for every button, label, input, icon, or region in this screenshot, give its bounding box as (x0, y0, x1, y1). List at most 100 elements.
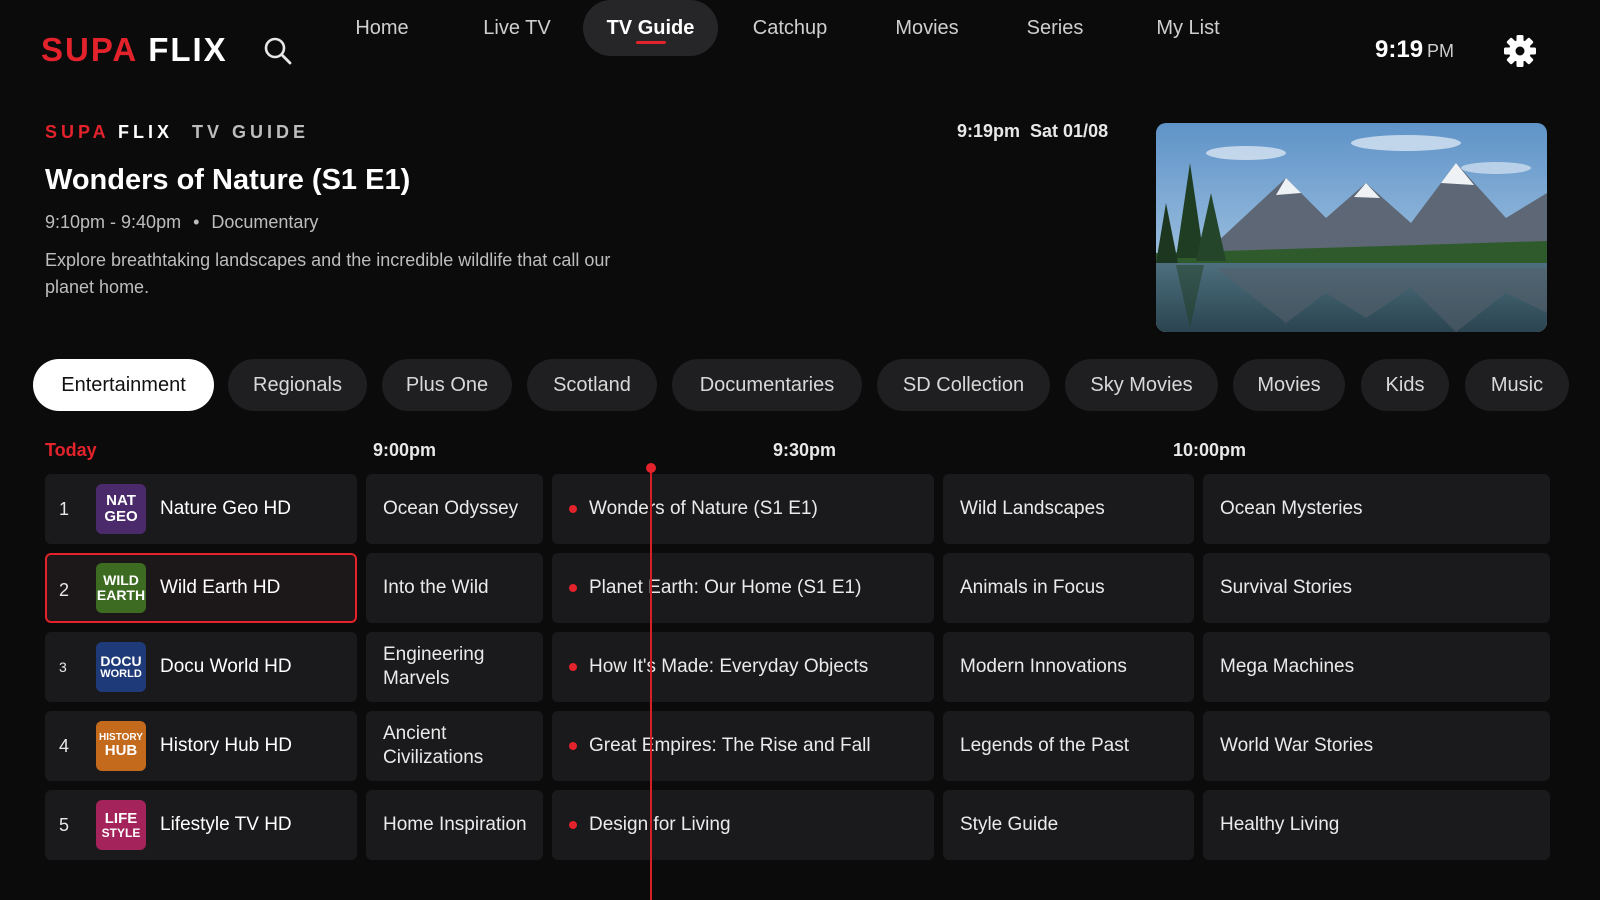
category-movies[interactable]: Movies (1233, 359, 1345, 411)
guide-brand-red: SUPA (45, 122, 110, 142)
channel-cell[interactable]: 3 DOCU WORLD Docu World HD (45, 632, 357, 702)
channel-logo-line2: GEO (104, 508, 138, 525)
program-title: Ocean Mysteries (1220, 498, 1363, 519)
program-title: Legends of the Past (960, 735, 1130, 756)
nav-series[interactable]: Series (1014, 0, 1096, 56)
program-title: Design for Living (589, 814, 731, 835)
current-datetime: 9:19pm Sat 01/08 (957, 121, 1109, 141)
category-sky-movies[interactable]: Sky Movies (1065, 359, 1218, 411)
category-sd-collection[interactable]: SD Collection (877, 359, 1050, 411)
channel-logo: HISTORY HUB (96, 721, 146, 771)
channel-logo: WILD EARTH (96, 563, 146, 613)
program-cell[interactable]: Survival Stories (1203, 553, 1550, 623)
category-regionals[interactable]: Regionals (228, 359, 367, 411)
program-cell-now[interactable]: How It's Made: Everyday Objects (552, 632, 934, 702)
category-kids[interactable]: Kids (1361, 359, 1449, 411)
app-logo[interactable]: SUPA FLIX (41, 30, 228, 70)
nav-tv-guide[interactable]: TV Guide (583, 0, 718, 56)
channel-row: 2 WILD EARTH Wild Earth HD Into the Wild… (45, 553, 1555, 623)
channel-logo-line1: NAT (106, 492, 136, 510)
nav-catchup[interactable]: Catchup (740, 0, 840, 56)
program-cell[interactable]: Into the Wild (366, 553, 543, 623)
featured-show-description: Explore breathtaking landscapes and the … (45, 250, 611, 297)
category-scotland[interactable]: Scotland (527, 359, 657, 411)
channel-logo-line1: DOCU (100, 652, 142, 669)
channel-cell[interactable]: 5 LIFE STYLE Lifestyle TV HD (45, 790, 357, 860)
program-cell[interactable]: Ancient Civilizations (366, 711, 543, 781)
program-cell[interactable]: Engineering Marvels (366, 632, 543, 702)
clock-ampm: PM (1427, 41, 1455, 61)
program-title: Modern Innovations (960, 656, 1127, 677)
nav-movies[interactable]: Movies (880, 0, 974, 56)
nav-home[interactable]: Home (335, 0, 429, 56)
channel-name: Nature Geo HD (160, 498, 291, 519)
program-cell[interactable]: Ocean Odyssey (366, 474, 543, 544)
channel-cell[interactable]: 1 NAT GEO Nature Geo HD (45, 474, 357, 544)
clock-time: 9:19 (1375, 36, 1424, 63)
program-cell[interactable]: Healthy Living (1203, 790, 1550, 860)
channel-logo: DOCU WORLD (96, 642, 146, 692)
program-cell-now[interactable]: Design for Living (552, 790, 934, 860)
category-documentaries[interactable]: Documentaries (672, 359, 862, 411)
program-cell[interactable]: Home Inspiration (366, 790, 543, 860)
channel-row: 4 HISTORY HUB History Hub HD Ancient Civ… (45, 711, 1555, 781)
search-icon[interactable] (262, 35, 294, 67)
featured-time-range: 9:10pm - 9:40pm (45, 212, 182, 232)
category-entertainment[interactable]: Entertainment (33, 359, 214, 411)
program-cell[interactable]: Animals in Focus (943, 553, 1194, 623)
channel-number: 2 (59, 580, 70, 600)
program-title: Planet Earth: Our Home (S1 E1) (589, 577, 862, 598)
channel-row: 3 DOCU WORLD Docu World HD Engineering M… (45, 632, 1555, 702)
channel-cell-selected[interactable]: 2 WILD EARTH Wild Earth HD (45, 553, 357, 623)
live-indicator-icon (569, 663, 577, 671)
featured-show-thumbnail[interactable] (1156, 123, 1547, 332)
program-cell[interactable]: Wild Landscapes (943, 474, 1194, 544)
program-title: Great Empires: The Rise and Fall (589, 735, 871, 756)
program-cell-now[interactable]: Planet Earth: Our Home (S1 E1) (552, 553, 934, 623)
time-marker-3: 10:00pm (1173, 440, 1247, 460)
guide-brand-heading: SUPA FLIX TV GUIDE (45, 122, 309, 143)
active-tab-indicator (635, 41, 666, 44)
program-cell[interactable]: Modern Innovations (943, 632, 1194, 702)
guide-section-label: TV GUIDE (192, 122, 310, 142)
category-plus-one[interactable]: Plus One (382, 359, 512, 411)
category-music[interactable]: Music (1465, 359, 1569, 411)
program-cell[interactable]: Ocean Mysteries (1203, 474, 1550, 544)
nav-live-tv[interactable]: Live TV (465, 0, 569, 56)
program-title: Engineering Marvels (383, 644, 485, 689)
meta-separator: • (193, 212, 200, 232)
channel-name: Wild Earth HD (160, 577, 281, 598)
channel-logo-line2: HUB (104, 742, 138, 760)
program-cell[interactable]: Style Guide (943, 790, 1194, 860)
program-cell[interactable]: Legends of the Past (943, 711, 1194, 781)
channel-name: History Hub HD (160, 735, 292, 756)
program-cell[interactable]: World War Stories (1203, 711, 1550, 781)
today-label: Today (45, 440, 97, 460)
live-indicator-icon (569, 505, 577, 513)
channel-cell[interactable]: 4 HISTORY HUB History Hub HD (45, 711, 357, 781)
channel-name: Lifestyle TV HD (160, 814, 292, 835)
channel-number: 1 (59, 499, 70, 519)
program-title: Style Guide (960, 814, 1059, 835)
logo-part-red: SUPA (41, 31, 138, 68)
channel-logo-line1: LIFE (104, 809, 138, 827)
time-marker-2: 9:30pm (773, 440, 837, 460)
program-title: Into the Wild (383, 577, 489, 598)
category-filter-bar: Entertainment Regionals Plus One Scotlan… (0, 359, 1600, 413)
current-time-marker-icon (646, 463, 656, 473)
program-title: Wild Landscapes (960, 498, 1105, 519)
nav-my-list[interactable]: My List (1142, 0, 1234, 56)
channel-logo-line2: WORLD (100, 667, 142, 680)
program-cell[interactable]: Mega Machines (1203, 632, 1550, 702)
program-cell-now[interactable]: Wonders of Nature (S1 E1) (552, 474, 934, 544)
program-cell-now[interactable]: Great Empires: The Rise and Fall (552, 711, 934, 781)
channel-logo: LIFE STYLE (96, 800, 146, 850)
program-title: World War Stories (1220, 735, 1374, 756)
nav-tv-guide-label: TV Guide (606, 17, 695, 39)
gear-icon[interactable] (1503, 34, 1537, 68)
clock: 9:19 PM (1375, 36, 1454, 64)
program-title: Healthy Living (1220, 814, 1340, 835)
program-title: Animals in Focus (960, 577, 1105, 598)
channel-name: Docu World HD (160, 656, 292, 677)
channel-number: 3 (59, 659, 67, 675)
